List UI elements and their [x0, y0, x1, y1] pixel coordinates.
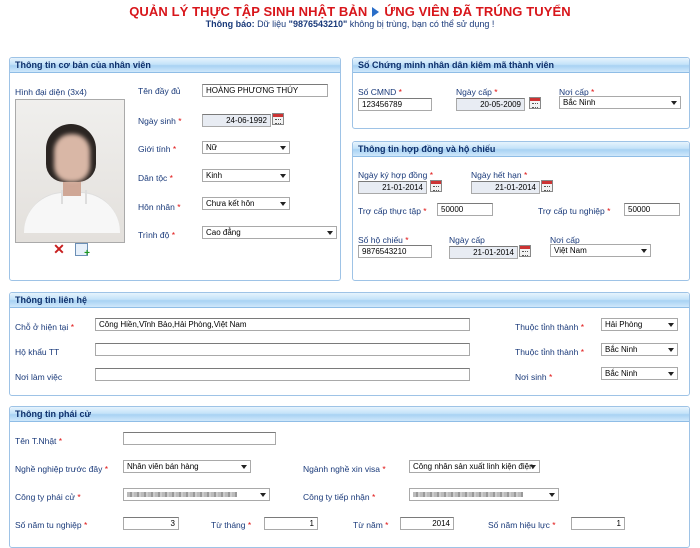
workplace-field[interactable] — [95, 368, 470, 381]
prev-job-select[interactable]: Nhân viên bán hàng — [123, 460, 251, 473]
idcard-date-field[interactable]: 20-05-2009 — [456, 98, 525, 111]
household-field[interactable] — [95, 343, 470, 356]
notice-label: Thông báo: — [205, 19, 255, 29]
add-photo-icon[interactable] — [75, 243, 90, 259]
household-label: Hộ khẩu TT — [15, 347, 60, 357]
calendar-icon[interactable] — [430, 180, 442, 192]
dispatch-heading: Thông tin phái cử — [15, 409, 92, 419]
contact-header: Thông tin liên hệ — [10, 293, 689, 308]
visa-job-select[interactable]: Công nhân sản xuất linh kiện điện — [409, 460, 540, 473]
dispatch-co-label: Công ty phái cử * — [15, 492, 81, 502]
pp-place-select[interactable]: Việt Nam — [550, 244, 651, 257]
ethnic-label: Dân tộc * — [138, 173, 173, 183]
valid-years-label: Số năm hiệu lực * — [488, 520, 556, 530]
calendar-icon[interactable] — [272, 113, 284, 125]
photo-label: Hình đại diện (3x4) — [15, 87, 87, 97]
gender-label: Giới tính * — [138, 144, 177, 154]
ethnic-select[interactable]: Kinh — [202, 169, 290, 182]
calendar-icon[interactable] — [541, 180, 553, 192]
title-right: ỨNG VIÊN ĐÃ TRÚNG TUYỂN — [384, 4, 571, 19]
contact-heading: Thông tin liên hệ — [15, 295, 87, 305]
jp-name-label: Tên T.Nhật * — [15, 436, 63, 446]
idcard-number-label: Số CMND * — [358, 87, 402, 97]
idcard-place-select[interactable]: Bắc Ninh — [559, 96, 681, 109]
valid-years-field[interactable]: 1 — [571, 517, 625, 530]
expiry-label: Ngày hết hạn * — [471, 170, 528, 180]
grad-allow-field[interactable]: 50000 — [624, 203, 680, 216]
passport-label: Số hộ chiếu * — [358, 235, 409, 245]
passport-field[interactable]: 9876543210 — [358, 245, 432, 258]
basic-info-header: Thông tin cơ bản của nhân viên — [10, 58, 340, 73]
from-month-field[interactable]: 1 — [264, 517, 318, 530]
years-field[interactable]: 3 — [123, 517, 179, 530]
years-label: Số năm tu nghiệp * — [15, 520, 88, 530]
from-year-field[interactable]: 2014 — [400, 517, 454, 530]
title-left: QUẢN LÝ THỰC TẬP SINH NHẬT BẢN — [129, 4, 368, 19]
visa-job-label: Ngành nghề xin visa * — [303, 464, 386, 474]
notice-pre: Dữ liệu — [257, 19, 287, 29]
sign-date-label: Ngày ký hợp đồng * — [358, 170, 434, 180]
idcard-header: Số Chứng minh nhân dân kiêm mã thành viê… — [353, 58, 689, 73]
idcard-number-field[interactable]: 123456789 — [358, 98, 432, 111]
arrow-right-icon — [372, 7, 380, 18]
expiry-field[interactable]: 21-01-2014 — [471, 181, 540, 194]
from-month-label: Từ tháng * — [211, 520, 252, 530]
sign-date-field[interactable]: 21-01-2014 — [358, 181, 427, 194]
idcard-date-label: Ngày cấp * — [456, 87, 498, 97]
delete-icon[interactable]: ✕ — [53, 242, 65, 256]
calendar-icon[interactable] — [529, 97, 541, 109]
dispatch-header: Thông tin phái cử — [10, 407, 689, 422]
dob-label: Ngày sinh * — [138, 116, 182, 126]
intern-allow-label: Trợ cấp thực tập * — [358, 206, 427, 216]
from-year-label: Từ năm * — [353, 520, 389, 530]
jp-name-field[interactable] — [123, 432, 276, 445]
education-label: Trình độ * — [138, 230, 176, 240]
province2-label: Thuộc tỉnh thành * — [515, 347, 585, 357]
contract-header: Thông tin hợp đồng và hộ chiếu — [353, 142, 689, 157]
province1-label: Thuộc tỉnh thành * — [515, 322, 585, 332]
receive-co-select[interactable] — [409, 488, 559, 501]
pp-date-field[interactable]: 21-01-2014 — [449, 246, 518, 259]
contract-heading: Thông tin hợp đồng và hộ chiếu — [358, 144, 496, 154]
receive-co-label: Công ty tiếp nhận * — [303, 492, 376, 502]
pp-date-label: Ngày cấp — [449, 235, 485, 245]
marital-select[interactable]: Chưa kết hôn — [202, 197, 290, 210]
gender-select[interactable]: Nữ — [202, 141, 290, 154]
notice: Thông báo: Dữ liệu "9876543210" không bị… — [0, 19, 700, 29]
fullname-field[interactable]: HOÀNG PHƯƠNG THÚY — [202, 84, 328, 97]
fullname-label: Tên đầy đủ — [138, 86, 181, 96]
current-addr-label: Chỗ ở hiện tại * — [15, 322, 74, 332]
province2-select[interactable]: Bắc Ninh — [601, 343, 678, 356]
birthplace-label: Nơi sinh * — [515, 372, 553, 382]
birthplace-select[interactable]: Bắc Ninh — [601, 367, 678, 380]
notice-value: "9876543210" — [288, 19, 348, 29]
idcard-panel: Số Chứng minh nhân dân kiêm mã thành viê… — [352, 57, 690, 129]
page-title: QUẢN LÝ THỰC TẬP SINH NHẬT BẢN ỨNG VIÊN Đ… — [0, 4, 700, 19]
workplace-label: Nơi làm việc — [15, 372, 63, 382]
dispatch-co-select[interactable] — [123, 488, 270, 501]
education-select[interactable]: Cao đẳng — [202, 226, 337, 239]
dob-field[interactable]: 24-06-1992 — [202, 114, 271, 127]
intern-allow-field[interactable]: 50000 — [437, 203, 493, 216]
current-addr-field[interactable]: Công Hiền,Vĩnh Bảo,Hải Phòng,Việt Nam — [95, 318, 470, 331]
notice-post: không bị trùng, bạn có thể sử dụng ! — [349, 19, 495, 29]
marital-label: Hôn nhân * — [138, 202, 181, 212]
prev-job-label: Nghề nghiệp trước đây * — [15, 464, 109, 474]
grad-allow-label: Trợ cấp tu nghiệp * — [538, 206, 611, 216]
basic-info-heading: Thông tin cơ bản của nhân viên — [15, 60, 151, 70]
idcard-heading: Số Chứng minh nhân dân kiêm mã thành viê… — [358, 60, 555, 70]
calendar-icon[interactable] — [519, 245, 531, 257]
avatar — [15, 99, 125, 243]
province1-select[interactable]: Hải Phòng — [601, 318, 678, 331]
